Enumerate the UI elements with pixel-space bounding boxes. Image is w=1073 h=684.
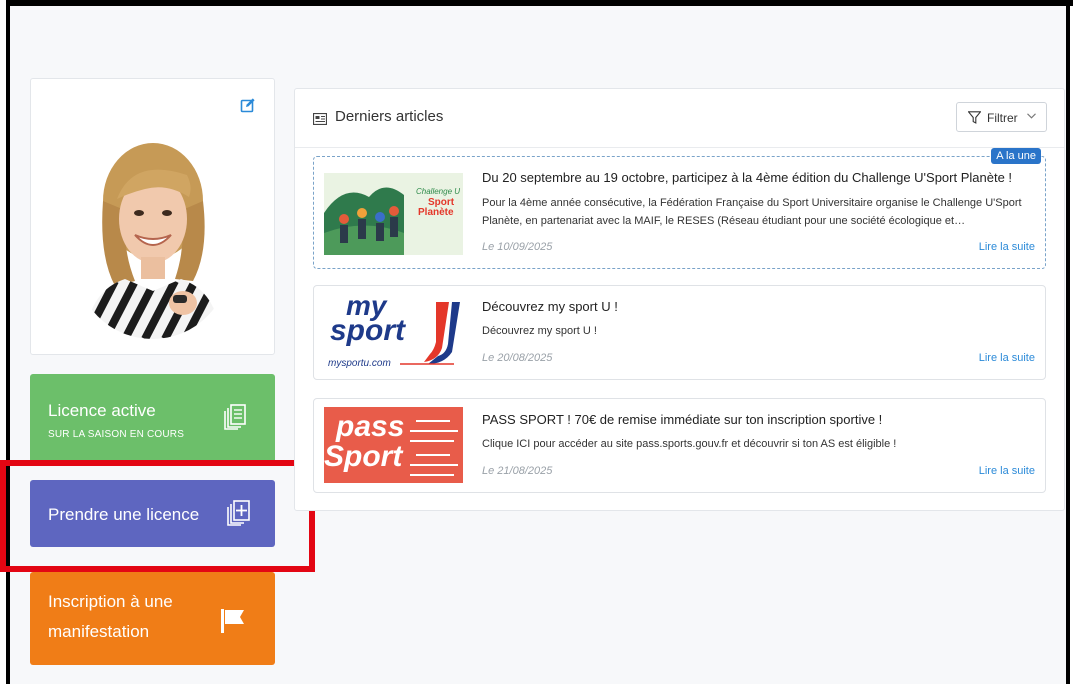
filter-button[interactable]: Filtrer (956, 102, 1047, 132)
prendre-licence-label: Prendre une licence (48, 505, 200, 524)
thumb-text-planete: Planète (418, 207, 454, 218)
article-title[interactable]: Découvrez my sport U ! (482, 299, 618, 314)
panel-divider (295, 147, 1064, 148)
article-title[interactable]: Du 20 septembre au 19 octobre, participe… (482, 170, 1012, 185)
articles-panel: Derniers articles Filtrer A la une Chall… (294, 88, 1065, 511)
licence-active-tile[interactable]: Licence active SUR LA SAISON EN COURS (30, 374, 275, 464)
thumb-text-pass: pass (336, 410, 405, 443)
thumb-text-challenge: Challenge U (416, 187, 461, 196)
article-excerpt: Découvrez my sport U ! (482, 325, 597, 337)
article-date: Le 10/09/2025 (482, 241, 553, 253)
filter-label: Filtrer (987, 111, 1018, 125)
licence-active-subtitle: SUR LA SAISON EN COURS (48, 429, 185, 440)
prendre-licence-button[interactable]: Prendre une licence (30, 480, 275, 547)
documents-icon (224, 404, 246, 430)
article-thumbnail: my sport mysportu.com (324, 292, 463, 374)
inscription-manifestation-button[interactable]: Inscription à une manifestation (30, 572, 275, 665)
thumb-text-sport: Sport (324, 440, 403, 473)
article-excerpt: Clique ICI pour accéder au site pass.spo… (482, 438, 897, 450)
article-thumbnail: Challenge U Sport Planète (324, 173, 463, 255)
inscription-label-line1: Inscription à une (48, 592, 173, 611)
read-more-link[interactable]: Lire la suite (979, 241, 1035, 253)
thumb-text-url: mysportu.com (328, 358, 391, 369)
article-card-featured[interactable]: A la une Challenge U Sport Planète Du 20… (313, 148, 1046, 269)
user-avatar-photo (75, 131, 230, 339)
article-date: Le 20/08/2025 (482, 352, 553, 364)
article-excerpt: Pour la 4ème année consécutive, la Fédér… (482, 197, 1022, 227)
article-date: Le 21/08/2025 (482, 465, 553, 477)
avatar (75, 131, 230, 339)
edit-icon[interactable] (240, 97, 256, 113)
chevron-down-icon (1027, 113, 1036, 119)
licence-active-title: Licence active (48, 401, 156, 420)
flag-icon (221, 609, 244, 633)
frame-right-border (1066, 0, 1070, 684)
article-thumbnail: pass Sport (324, 407, 463, 483)
featured-badge: A la une (991, 148, 1041, 164)
filter-icon (968, 111, 981, 124)
articles-header-title: Derniers articles (335, 108, 444, 125)
thumb-text-sport: sport (330, 314, 405, 347)
read-more-link[interactable]: Lire la suite (979, 352, 1035, 364)
article-title[interactable]: PASS SPORT ! 70€ de remise immédiate sur… (482, 412, 882, 427)
profile-card (30, 78, 275, 355)
add-document-icon (227, 500, 250, 526)
inscription-label-line2: manifestation (48, 622, 150, 641)
article-card[interactable]: my sport mysportu.com Découvrez my sport… (313, 285, 1046, 380)
article-card[interactable]: pass Sport PASS SPORT ! 70€ de remise im… (313, 398, 1046, 493)
read-more-link[interactable]: Lire la suite (979, 465, 1035, 477)
newspaper-icon (313, 113, 327, 125)
